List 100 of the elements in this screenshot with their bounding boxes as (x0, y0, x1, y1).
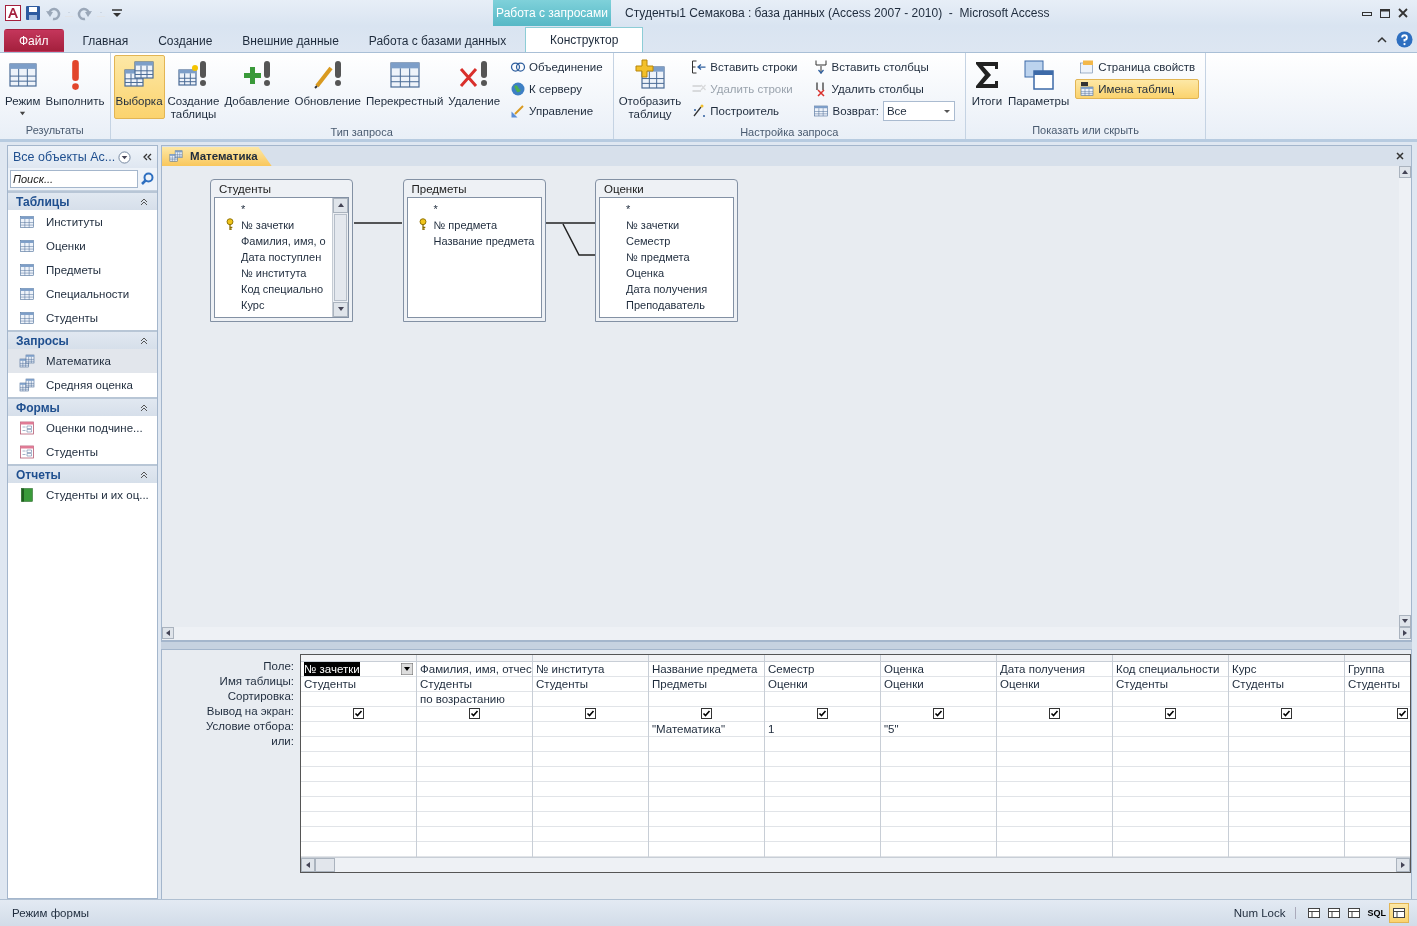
field-cell[interactable]: Код специальности (1113, 662, 1228, 677)
checkbox[interactable] (353, 708, 364, 720)
table-cell[interactable]: Студенты (1345, 677, 1410, 692)
table-box[interactable]: Предметы * № предмета Название предмета (402, 178, 546, 322)
close-icon[interactable] (1395, 150, 1405, 161)
ribbon-button[interactable]: Удалить столбцы (808, 79, 959, 99)
return-dropdown[interactable]: Все (882, 101, 955, 121)
field-name[interactable]: Код специально (241, 282, 324, 295)
table-box[interactable]: Оценки * № зачетки Семестр № предмета Оценка Дата получения Преподаватель (595, 178, 738, 322)
nav-item[interactable]: Предметы (8, 258, 157, 282)
nav-group-header[interactable]: Запросы (8, 330, 157, 349)
field-cell[interactable]: № института (533, 662, 648, 677)
field-cell[interactable]: Группа (1345, 662, 1410, 677)
field-name[interactable]: Название предмета (433, 234, 535, 247)
ribbon-tab[interactable]: Файл (4, 29, 64, 52)
sql-view-button[interactable]: SQL (1364, 903, 1389, 923)
ribbon-button[interactable]: Вставить строки (687, 57, 802, 77)
scroll-thumb[interactable] (315, 858, 335, 872)
table-cell[interactable]: Студенты (533, 677, 648, 692)
table-cell[interactable]: Оценки (881, 677, 996, 692)
ribbon-tab[interactable]: Главная (67, 29, 144, 52)
ribbon-button[interactable]: Имена таблиц (1075, 79, 1200, 99)
criteria-cell[interactable]: "5" (881, 722, 996, 737)
ribbon-button[interactable]: Построитель (687, 101, 802, 121)
ribbon-button[interactable]: Перекрестный (363, 55, 446, 119)
nav-item[interactable]: Средняя оценка (8, 373, 157, 397)
column-selector[interactable] (533, 655, 648, 662)
checkbox[interactable] (817, 708, 828, 720)
field-name[interactable]: * (241, 202, 246, 215)
nav-item[interactable]: Специальности (8, 282, 157, 306)
close-icon[interactable] (1397, 7, 1409, 19)
nav-item[interactable]: Математика (8, 349, 157, 373)
collapse-pane-icon[interactable] (141, 151, 153, 163)
checkbox[interactable] (585, 708, 596, 720)
field-name[interactable]: Фамилия, имя, о (241, 234, 326, 247)
ribbon-tab[interactable]: Создание (143, 29, 228, 52)
field-name[interactable]: Курс (241, 298, 265, 311)
dropdown-icon[interactable] (401, 663, 413, 675)
nav-group-header[interactable]: Отчеты (8, 464, 157, 483)
field-name[interactable]: № предмета (433, 218, 498, 231)
field-cell[interactable]: Дата получения (997, 662, 1112, 677)
document-tab[interactable]: Математика (162, 146, 272, 166)
table-box[interactable]: Студенты * № зачетки Фамилия, имя, о Дата поступлен № института Код специально Курс (210, 178, 353, 322)
nav-item[interactable]: Студенты и их оц... (8, 483, 157, 507)
nav-group-header[interactable]: Таблицы (8, 191, 157, 210)
field-name[interactable]: * (626, 202, 631, 215)
nav-item[interactable]: Институты (8, 210, 157, 234)
scroll-right-icon[interactable] (1399, 861, 1407, 869)
search-field[interactable]: Поиск... (10, 170, 138, 188)
nav-item[interactable]: Студенты (8, 306, 157, 330)
ribbon-button[interactable]: Обновление (292, 55, 363, 119)
save-icon[interactable] (25, 5, 41, 21)
restore-icon[interactable] (1379, 7, 1391, 19)
nav-item[interactable]: Студенты (8, 440, 157, 464)
checkbox[interactable] (1281, 708, 1292, 720)
table-cell[interactable]: Оценки (997, 677, 1112, 692)
field-cell[interactable]: Название предмета (649, 662, 764, 677)
field-name[interactable]: № зачетки (241, 218, 295, 231)
field-cell[interactable]: Оценка (881, 662, 996, 677)
field-name[interactable]: Семестр (626, 234, 671, 247)
scroll-right-icon[interactable] (1401, 629, 1409, 638)
field-name[interactable]: Дата поступлен (241, 250, 322, 263)
table-cell[interactable]: Студенты (417, 677, 532, 692)
checkbox[interactable] (1397, 708, 1408, 720)
ribbon-button[interactable]: Добавление (222, 55, 292, 119)
ribbon-button[interactable]: К серверу (506, 79, 607, 99)
table-cell[interactable]: Предметы (649, 677, 764, 692)
checkbox[interactable] (1165, 708, 1176, 720)
field-cell[interactable]: Семестр (765, 662, 880, 677)
ribbon-tab[interactable]: Конструктор (525, 27, 644, 52)
field-name[interactable]: № предмета (626, 250, 690, 263)
ribbon-button[interactable]: Удаление (446, 55, 503, 119)
table-cell[interactable]: Оценки (765, 677, 880, 692)
criteria-cell[interactable]: "Математика" (649, 722, 764, 737)
scroll-left-icon[interactable] (304, 861, 312, 869)
field-name[interactable]: № института (241, 266, 307, 279)
column-selector[interactable] (1229, 655, 1344, 662)
table-cell[interactable]: Студенты (301, 677, 416, 692)
field-name[interactable]: * (433, 202, 438, 215)
scrollbar[interactable] (161, 627, 1412, 641)
column-selector[interactable] (881, 655, 996, 662)
ribbon-button[interactable]: Страница свойств (1075, 57, 1200, 77)
field-name[interactable]: Преподаватель (626, 298, 705, 311)
field-name[interactable]: Дата получения (626, 282, 708, 295)
column-selector[interactable] (649, 655, 764, 662)
ribbon-button[interactable]: Управление (506, 101, 607, 121)
ribbon-tab[interactable]: Внешние данные (227, 29, 354, 52)
checkbox[interactable] (469, 708, 480, 720)
nav-item[interactable]: Оценки подчине... (8, 416, 157, 440)
field-cell[interactable]: № зачетки (301, 662, 416, 677)
scroll-thumb[interactable] (334, 213, 347, 301)
field-cell[interactable]: Фамилия, имя, отчес (417, 662, 532, 677)
checkbox[interactable] (933, 708, 944, 720)
ribbon-button[interactable]: Выборка (113, 55, 165, 119)
ribbon-button[interactable]: Выполнить (43, 55, 107, 119)
table-cell[interactable]: Студенты (1113, 677, 1228, 692)
column-selector[interactable] (1113, 655, 1228, 662)
scrollbar[interactable] (332, 197, 348, 317)
checkbox[interactable] (701, 708, 712, 720)
field-name[interactable]: Оценка (626, 266, 665, 279)
